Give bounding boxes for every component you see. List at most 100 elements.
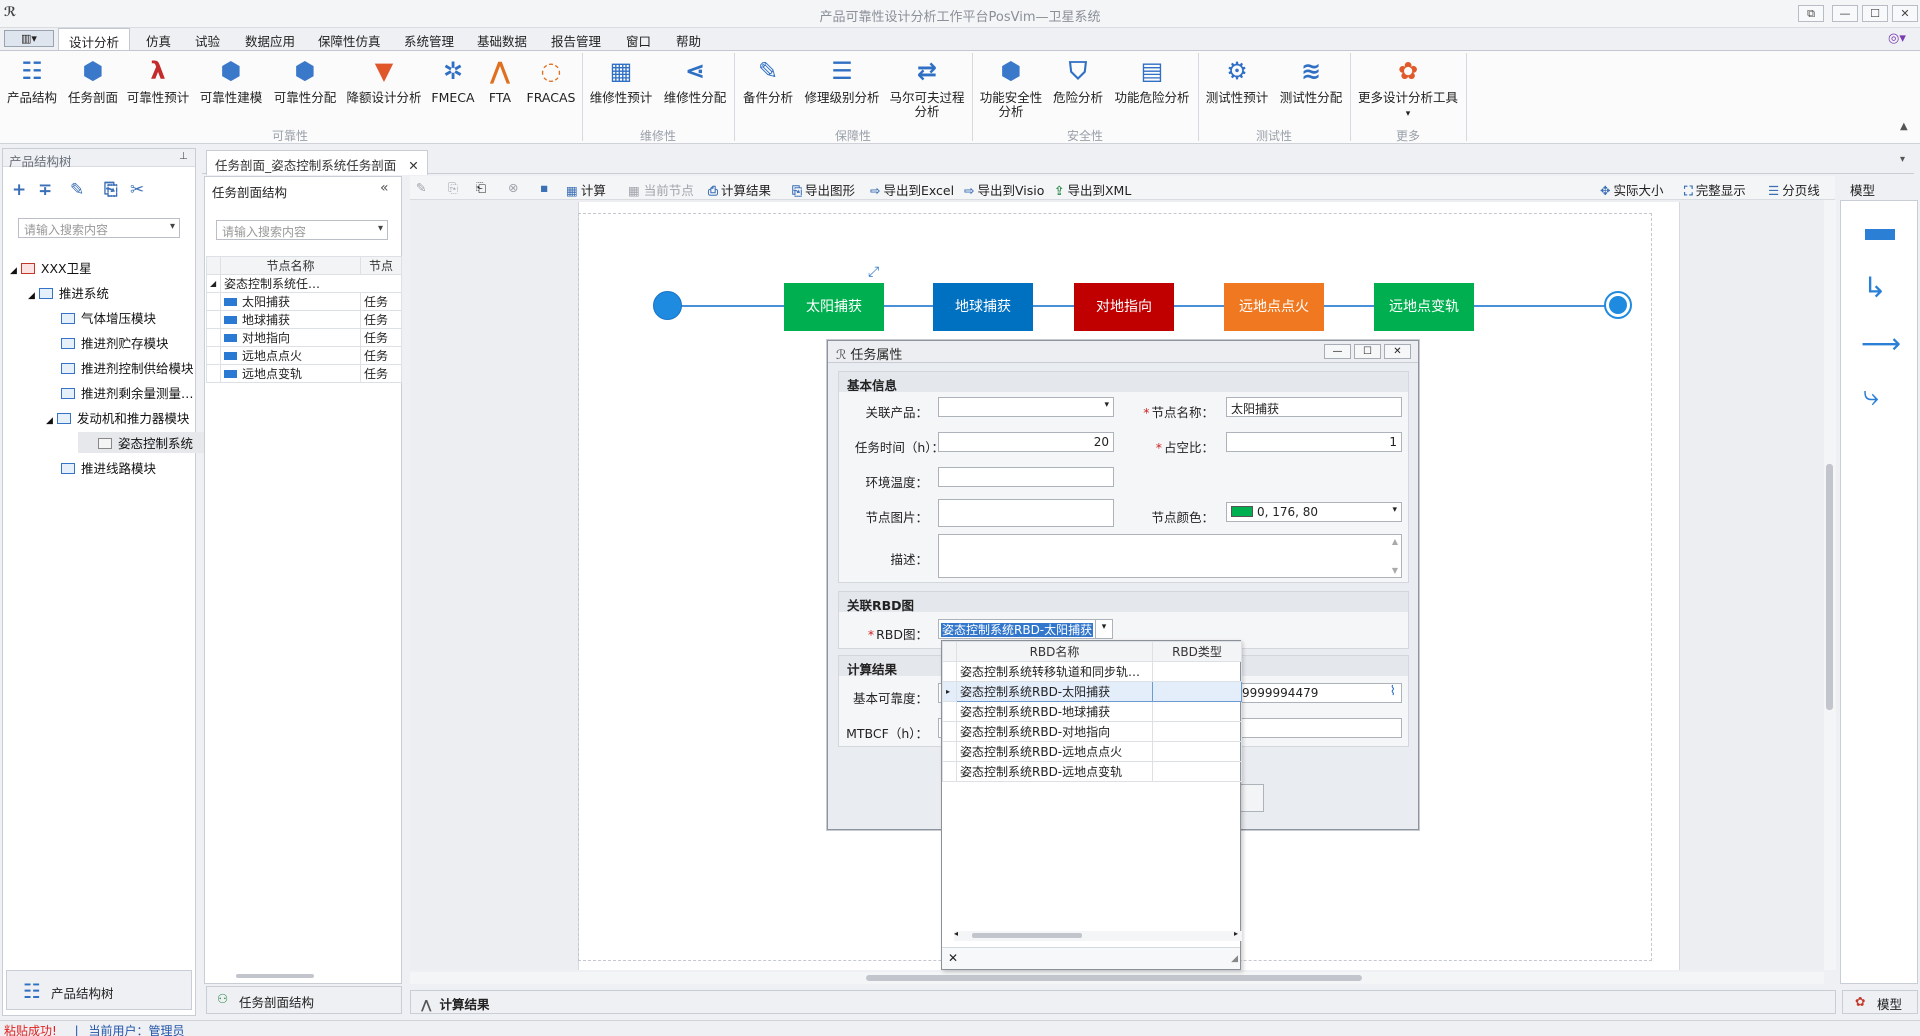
tab-model[interactable]: ✿ 模型 [1842,990,1918,1014]
full-view-button[interactable]: ⛶ 完整显示 [1684,180,1746,199]
close-button[interactable]: ✕ [1892,5,1918,22]
tab-list-icon[interactable]: ▾ [1900,154,1905,165]
testability-allocation-button[interactable]: ≋ 测试性分配 [1278,55,1344,105]
structure-search-input[interactable]: 请输入搜索内容 [216,220,388,240]
cut-icon[interactable]: ✂ [130,180,144,200]
product-tree-search-input[interactable]: 请输入搜索内容 [18,218,180,238]
menu-support-simulation[interactable]: 保障性仿真 [318,31,381,50]
menu-basic-data[interactable]: 基础数据 [477,31,527,50]
horizontal-scrollbar[interactable] [236,974,314,978]
minimize-button[interactable]: — [1832,5,1858,22]
close-tab-icon[interactable]: ✕ [408,158,418,173]
list-item[interactable]: ▸ 姿态控制系统RBD-太阳捕获 [942,681,1242,702]
curved-connector-icon[interactable]: ⤷ [1863,379,1879,413]
list-item[interactable]: 姿态控制系统RBD-地球捕获 [942,701,1242,722]
table-row[interactable]: 远地点变轨 任务 [206,364,402,383]
tree-item-attitude-control[interactable]: 姿态控制系统 [78,432,218,453]
spare-parts-analysis-button[interactable]: ✎ 备件分析 [740,55,796,105]
tree-item-propellant-measurement[interactable]: 推进剂剩余量测量… [61,383,194,402]
straight-connector-icon[interactable]: ⟶ [1861,327,1901,360]
copy-icon[interactable]: ⎘ [104,180,118,200]
calc-result-tab[interactable]: ⋀ 计算结果 [410,990,1836,1014]
related-product-select[interactable]: ▾ [938,397,1114,417]
maximize-button[interactable]: ☐ [1862,5,1888,22]
reliability-modeling-button[interactable]: ⬢ 可靠性建模 [198,55,264,105]
tree-item-propulsion-system[interactable]: ◢ 推进系统 [28,283,109,302]
menu-design-analysis[interactable]: 设计分析 [58,28,131,50]
reliability-allocation-button[interactable]: ⬢ 可靠性分配 [272,55,338,105]
resize-icon[interactable]: ⤢ [868,264,879,280]
tree-item-propellant-control[interactable]: 推进剂控制供给模块 [61,358,194,377]
export-image-button[interactable]: ⎘ 导出图形 [792,180,855,199]
paste-icon[interactable]: ⎗ [476,180,486,196]
env-temp-input[interactable] [938,467,1114,487]
table-row[interactable]: ◢ 姿态控制系统任… [206,274,402,293]
style-icon[interactable]: ◎▾ [1888,31,1906,46]
elbow-connector-icon[interactable]: ↳ [1863,271,1886,304]
horizontal-scrollbar[interactable] [410,972,1824,984]
end-node[interactable] [1604,291,1632,319]
list-item[interactable]: 姿态控制系统RBD-远地点变轨 [942,761,1242,782]
tree-item-engine-module[interactable]: ◢ 发动机和推力器模块 [46,408,189,427]
table-row[interactable]: 太阳捕获 任务 [206,292,402,311]
chart-icon[interactable]: ⌇ [1390,684,1396,699]
functional-safety-analysis-button[interactable]: ⬢ 功能安全性 分析 [978,55,1044,119]
tree-item-propellant-storage[interactable]: 推进剂贮存模块 [61,333,169,352]
derating-analysis-button[interactable]: ▼ 降额设计分析 [345,55,423,105]
clear-icon[interactable]: ✕ [948,951,958,965]
ribbon-collapse-icon[interactable]: ▲ [1900,121,1908,132]
dialog-close-button[interactable]: ✕ [1384,344,1411,359]
flow-node-apogee-ignition[interactable]: 远地点点火 [1224,283,1324,331]
tree-item-gas-pressurization[interactable]: 气体增压模块 [61,308,156,327]
add-node-icon[interactable]: + [12,180,26,200]
scrollbar-thumb[interactable] [866,975,1362,981]
copy-icon[interactable]: ⎘ [448,180,458,196]
start-node[interactable] [653,291,682,320]
export-excel-button[interactable]: ⇨ 导出到Excel [870,180,954,199]
fracas-button[interactable]: ◌ FRACAS [525,55,577,105]
list-item[interactable]: 姿态控制系统RBD-远地点点火 [942,741,1242,762]
dialog-minimize-button[interactable]: — [1324,344,1351,359]
save-icon[interactable]: ▪ [540,180,551,195]
table-row[interactable]: 远地点点火 任务 [206,346,402,365]
rbd-dropdown-button[interactable]: ▾ [1095,619,1113,639]
product-structure-button[interactable]: ☷ 产品结构 [4,55,60,105]
hazard-analysis-button[interactable]: ⛉ 危险分析 [1050,55,1106,105]
rectangle-shape-icon[interactable] [1865,229,1895,240]
reliability-prediction-button[interactable]: λ 可靠性预计 [125,55,191,105]
list-item[interactable]: 姿态控制系统转移轨道和同步轨… [942,661,1242,682]
quick-access-menu-icon[interactable]: ▥▾ [4,30,54,47]
flow-node-earth-acquisition[interactable]: 地球捕获 [933,283,1033,331]
testability-prediction-button[interactable]: ⚙ 测试性预计 [1204,55,1270,105]
current-user[interactable]: 管理员 [149,1024,185,1036]
menu-data-application[interactable]: 数据应用 [245,31,295,50]
actual-size-button[interactable]: ✥ 实际大小 [1600,180,1664,199]
menu-help[interactable]: 帮助 [676,31,701,50]
tree-item-satellite[interactable]: ◢ XXX卫星 [10,258,92,277]
task-time-input[interactable]: 20 [938,432,1114,452]
edit-icon[interactable]: ✎ [70,180,84,200]
functional-hazard-analysis-button[interactable]: ▤ 功能危险分析 [1112,55,1192,105]
node-color-select[interactable]: 0, 176, 80 ▾ [1226,502,1402,522]
tab-product-tree[interactable]: ☷ 产品结构树 [6,970,192,1010]
flow-node-apogee-transfer[interactable]: 远地点变轨 [1374,283,1474,331]
edit-icon[interactable]: ✎ [416,180,426,195]
restore-icon[interactable]: ⧉ [1798,5,1824,22]
resize-grip-icon[interactable]: ◢ [1231,954,1238,964]
export-visio-button[interactable]: ⇨ 导出到Visio [964,180,1044,199]
flow-node-sun-acquisition[interactable]: 太阳捕获 [784,283,884,331]
tab-structure[interactable]: ⚇ 任务剖面结构 [206,986,402,1014]
table-row[interactable]: 对地指向 任务 [206,328,402,347]
calculate-button[interactable]: ▦ 计算 [566,180,606,199]
node-image-input[interactable] [938,499,1114,527]
description-textarea[interactable]: ▲ ▼ [938,534,1402,578]
export-xml-button[interactable]: ⇪ 导出到XML [1054,180,1131,199]
expand-up-icon[interactable]: ⋀ [421,997,432,1012]
markov-analysis-button[interactable]: ⇄ 马尔可夫过程 分析 [888,55,966,119]
menu-simulation[interactable]: 仿真 [146,31,171,50]
tab-mission-profile[interactable]: 任务剖面_姿态控制系统任务剖面 ✕ [206,150,428,175]
menu-system-management[interactable]: 系统管理 [404,31,454,50]
pin-icon[interactable]: ⊥ [179,151,188,162]
node-name-input[interactable]: 太阳捕获 [1226,397,1402,417]
mission-profile-button[interactable]: ⬢ 任务剖面 [65,55,121,105]
